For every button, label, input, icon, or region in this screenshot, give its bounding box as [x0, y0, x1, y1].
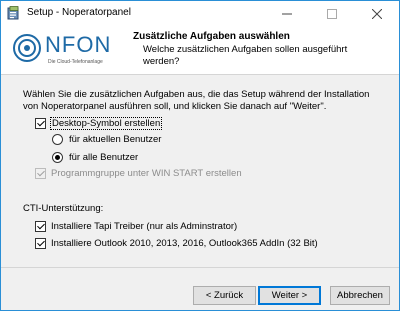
- current-user-option[interactable]: für aktuellen Benutzer: [52, 134, 161, 145]
- outlook-checkbox[interactable]: [35, 238, 46, 249]
- outlook-option[interactable]: Installiere Outlook 2010, 2013, 2016, Ou…: [35, 238, 318, 249]
- program-group-checkbox: [35, 168, 46, 179]
- next-button[interactable]: Weiter >: [258, 286, 321, 305]
- minimize-icon: [281, 13, 292, 15]
- outlook-label: Installiere Outlook 2010, 2013, 2016, Ou…: [51, 238, 318, 249]
- wizard-header: NFON Die Cloud-Telefonanlage Zusätzliche…: [1, 25, 399, 75]
- desktop-icon-option[interactable]: Desktop-Symbol erstellen: [35, 117, 163, 130]
- all-users-radio[interactable]: [52, 152, 63, 163]
- page-title: Zusätzliche Aufgaben auswählen: [133, 31, 290, 42]
- logo-wordmark: NFON: [45, 32, 112, 57]
- program-group-label: Programmgruppe unter WIN START erstellen: [51, 168, 242, 179]
- desktop-icon-checkbox[interactable]: [35, 118, 46, 129]
- maximize-icon: [326, 8, 337, 19]
- close-icon: [371, 8, 382, 20]
- cti-heading: CTI-Unterstützung:: [23, 203, 104, 214]
- program-group-option: Programmgruppe unter WIN START erstellen: [35, 168, 242, 179]
- nfon-logo: NFON Die Cloud-Telefonanlage: [12, 31, 122, 71]
- tapi-label: Installiere Tapi Treiber (nur als Admins…: [51, 221, 238, 232]
- nfon-globe-icon: [13, 34, 41, 62]
- logo-tagline: Die Cloud-Telefonanlage: [48, 59, 103, 65]
- window-title: Setup - Noperatorpanel: [27, 7, 131, 18]
- all-users-label: für alle Benutzer: [69, 152, 139, 163]
- tapi-checkbox[interactable]: [35, 221, 46, 232]
- setup-app-icon: [7, 6, 19, 20]
- intro-text: Wählen Sie die zusätzlichen Aufgaben aus…: [23, 89, 370, 112]
- setup-window: Setup - Noperatorpanel NFON Die Cloud-Te…: [0, 0, 400, 311]
- minimize-button[interactable]: [264, 1, 309, 25]
- current-user-radio[interactable]: [52, 134, 63, 145]
- page-subtitle: Welche zusätzlichen Aufgaben sollen ausg…: [143, 44, 348, 67]
- current-user-label: für aktuellen Benutzer: [69, 134, 162, 145]
- close-button[interactable]: [354, 1, 399, 25]
- tapi-option[interactable]: Installiere Tapi Treiber (nur als Admins…: [35, 221, 237, 232]
- desktop-icon-label: Desktop-Symbol erstellen: [49, 117, 163, 130]
- title-bar[interactable]: Setup - Noperatorpanel: [1, 1, 399, 25]
- back-button[interactable]: < Zurück: [193, 286, 256, 305]
- cancel-button[interactable]: Abbrechen: [330, 286, 390, 305]
- all-users-option[interactable]: für alle Benutzer: [52, 152, 138, 163]
- maximize-button[interactable]: [309, 1, 354, 25]
